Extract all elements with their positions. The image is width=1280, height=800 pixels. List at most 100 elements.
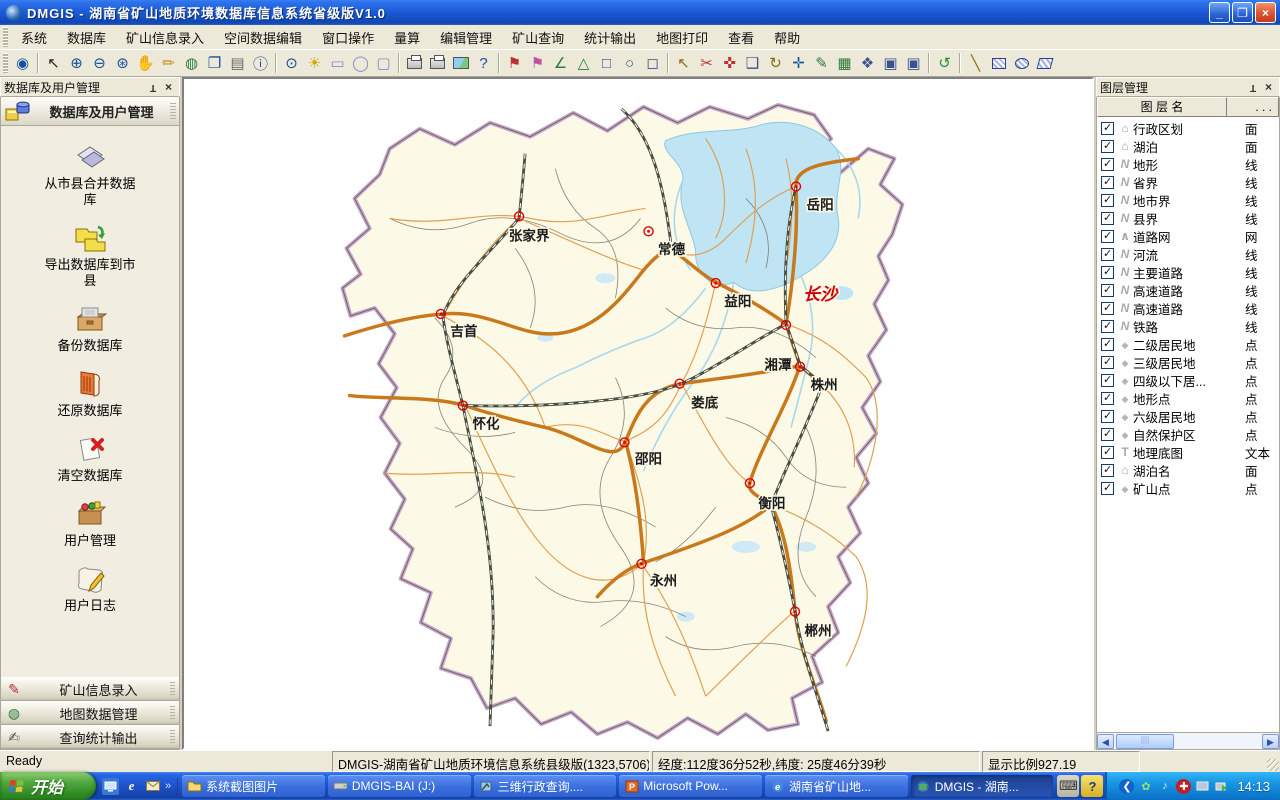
volume-icon[interactable]: ♪ xyxy=(1157,779,1172,794)
sidebar-section-bar[interactable]: ✍ 查询统计输出 xyxy=(1,725,179,749)
menu-item[interactable]: 统计输出 xyxy=(574,25,646,50)
menu-item[interactable]: 窗口操作 xyxy=(312,25,384,50)
display-icon[interactable] xyxy=(1195,779,1210,794)
layer-row[interactable]: 县界 线 xyxy=(1097,209,1279,227)
task-button[interactable]: 系统截图图片 xyxy=(182,775,325,797)
sidebar-action[interactable]: 还原数据库 xyxy=(15,367,165,419)
globe-icon[interactable]: ◍ xyxy=(180,52,203,74)
show-desktop-icon[interactable] xyxy=(102,778,119,795)
ellipse-select-icon[interactable]: ◯ xyxy=(349,52,372,74)
layer-checkbox[interactable] xyxy=(1101,266,1114,279)
hatch-ellipse-icon[interactable] xyxy=(1010,52,1033,74)
copy-window-icon[interactable]: ❐ xyxy=(203,52,226,74)
move-icon[interactable]: ✛ xyxy=(787,52,810,74)
cut-icon[interactable]: ✂ xyxy=(695,52,718,74)
layer-row[interactable]: 河流 线 xyxy=(1097,245,1279,263)
lasso-icon[interactable]: ✜ xyxy=(718,52,741,74)
menu-item[interactable]: 数据库 xyxy=(57,25,116,50)
close-button[interactable]: × xyxy=(1255,2,1276,23)
mail-icon[interactable] xyxy=(144,778,161,795)
draw-line-icon[interactable]: ╲ xyxy=(964,52,987,74)
layer-checkbox[interactable] xyxy=(1101,446,1114,459)
layer-row[interactable]: 行政区划 面 xyxy=(1097,119,1279,137)
layer-row[interactable]: 地市界 线 xyxy=(1097,191,1279,209)
export-image-icon[interactable] xyxy=(449,52,472,74)
drive-activity-icon[interactable] xyxy=(1214,779,1229,794)
layer-row[interactable]: 自然保护区 点 xyxy=(1097,425,1279,443)
zoom-out-icon[interactable]: ⊖ xyxy=(88,52,111,74)
restore-button[interactable]: ❐ xyxy=(1232,2,1253,23)
pan-icon[interactable]: ✋ xyxy=(134,52,157,74)
layer-row[interactable]: 铁路 线 xyxy=(1097,317,1279,335)
layer-row[interactable]: 湖泊 面 xyxy=(1097,137,1279,155)
print-preview-icon[interactable] xyxy=(426,52,449,74)
layer-row[interactable]: 湖泊名 面 xyxy=(1097,461,1279,479)
scroll-thumb[interactable] xyxy=(1116,734,1174,749)
task-button[interactable]: DMGIS-BAI (J:) xyxy=(328,775,471,797)
internet-explorer-icon[interactable]: e xyxy=(123,778,140,795)
join-right-icon[interactable]: ▣ xyxy=(902,52,925,74)
help-tray-icon[interactable]: ? xyxy=(1081,775,1103,797)
identify-icon[interactable]: ☀ xyxy=(303,52,326,74)
layer-row[interactable]: 地形点 点 xyxy=(1097,389,1279,407)
attribute-icon[interactable]: ❖ xyxy=(856,52,879,74)
layer-row[interactable]: 高速道路 线 xyxy=(1097,281,1279,299)
layer-checkbox[interactable] xyxy=(1101,320,1114,333)
undo-icon[interactable]: ↺ xyxy=(933,52,956,74)
layer-more-column[interactable]: . . . xyxy=(1227,97,1279,117)
round-select-icon[interactable]: ▢ xyxy=(372,52,395,74)
minimize-button[interactable]: _ xyxy=(1209,2,1230,23)
layer-checkbox[interactable] xyxy=(1101,176,1114,189)
sidebar-action[interactable]: 用户日志 xyxy=(15,562,165,614)
layer-checkbox[interactable] xyxy=(1101,284,1114,297)
map-document-icon[interactable]: ◉ xyxy=(11,52,34,74)
menu-item[interactable]: 地图打印 xyxy=(646,25,718,50)
zoom-in-icon[interactable]: ⊕ xyxy=(65,52,88,74)
hatch-poly-icon[interactable] xyxy=(1033,52,1056,74)
help-icon[interactable]: ? xyxy=(472,52,495,74)
draw-rect-icon[interactable]: □ xyxy=(595,52,618,74)
green-util-icon[interactable]: ✿ xyxy=(1138,779,1153,794)
layer-checkbox[interactable] xyxy=(1101,410,1114,423)
layer-row[interactable]: 地理底图 文本 xyxy=(1097,443,1279,461)
hatch-rect-icon[interactable] xyxy=(987,52,1010,74)
menu-item[interactable]: 矿山信息录入 xyxy=(116,25,214,50)
preview-icon[interactable]: ⊙ xyxy=(280,52,303,74)
style-brush-icon[interactable]: ✏ xyxy=(157,52,180,74)
layer-name-column[interactable]: 图 层 名 xyxy=(1097,97,1227,117)
edit-pointer-icon[interactable]: ↖ xyxy=(672,52,695,74)
close-icon[interactable] xyxy=(1261,80,1276,94)
keyboard-icon[interactable]: ⌨ xyxy=(1057,775,1079,797)
layer-row[interactable]: 三级居民地 点 xyxy=(1097,353,1279,371)
layer-row[interactable]: 矿山点 点 xyxy=(1097,479,1279,497)
pin-icon[interactable] xyxy=(1246,80,1261,94)
layer-row[interactable]: 六级居民地 点 xyxy=(1097,407,1279,425)
layer-checkbox[interactable] xyxy=(1101,302,1114,315)
layer-checkbox[interactable] xyxy=(1101,482,1114,495)
layer-checkbox[interactable] xyxy=(1101,392,1114,405)
overflow-chevron-icon[interactable]: » xyxy=(165,780,171,792)
menu-item[interactable]: 查看 xyxy=(718,25,764,50)
task-button[interactable]: 三维行政查询.... xyxy=(474,775,617,797)
flag-add-icon[interactable]: ⚑ xyxy=(503,52,526,74)
menu-item[interactable]: 矿山查询 xyxy=(502,25,574,50)
sidebar-action[interactable]: 用户管理 xyxy=(15,497,165,549)
layer-checkbox[interactable] xyxy=(1101,338,1114,351)
layer-row[interactable]: 二级居民地 点 xyxy=(1097,335,1279,353)
scroll-left-icon[interactable]: ◀ xyxy=(1097,734,1114,749)
layer-row[interactable]: 地形 线 xyxy=(1097,155,1279,173)
back-tray-icon[interactable]: ❮ xyxy=(1119,779,1134,794)
flag-edit-icon[interactable]: ⚑ xyxy=(526,52,549,74)
copy-feature-icon[interactable]: ❑ xyxy=(741,52,764,74)
layer-row[interactable]: 省界 线 xyxy=(1097,173,1279,191)
layer-checkbox[interactable] xyxy=(1101,212,1114,225)
layer-checkbox[interactable] xyxy=(1101,428,1114,441)
layer-checkbox[interactable] xyxy=(1101,230,1114,243)
layer-checkbox[interactable] xyxy=(1101,122,1114,135)
sidebar-action[interactable]: 从市县合并数据库 xyxy=(15,140,165,208)
layer-hscrollbar[interactable]: ◀ ▶ xyxy=(1097,732,1279,749)
security-shield-icon[interactable]: ✚ xyxy=(1176,779,1191,794)
layer-checkbox[interactable] xyxy=(1101,194,1114,207)
layer-checkbox[interactable] xyxy=(1101,374,1114,387)
form-icon[interactable]: ▤ xyxy=(226,52,249,74)
